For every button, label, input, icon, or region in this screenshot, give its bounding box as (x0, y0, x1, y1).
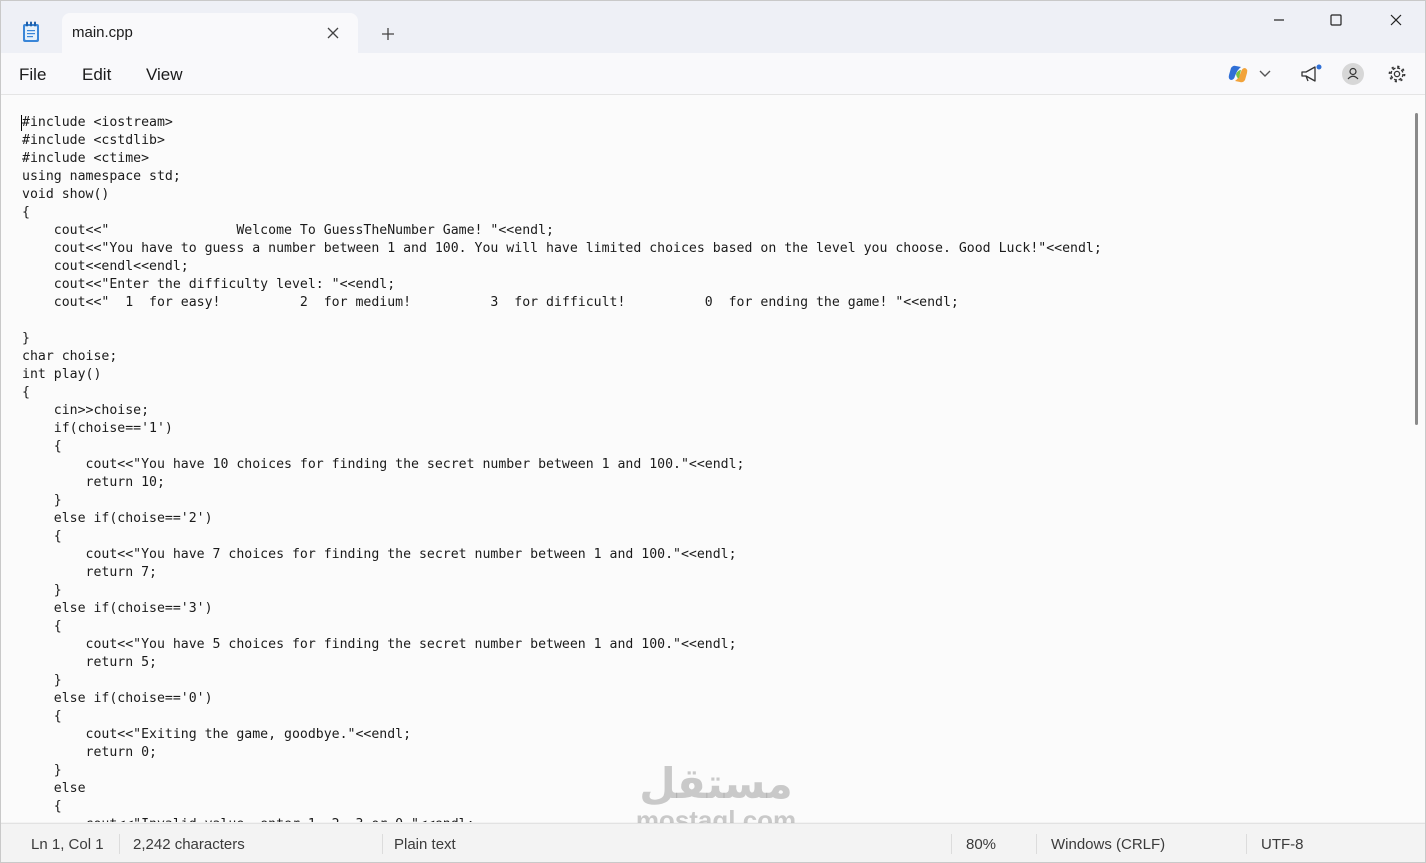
scrollbar-thumb[interactable] (1415, 113, 1418, 425)
cursor-position[interactable]: Ln 1, Col 1 (31, 836, 104, 853)
character-count: 2,242 characters (133, 836, 245, 853)
text-format[interactable]: Plain text (394, 836, 456, 853)
status-divider (951, 834, 952, 854)
settings-icon[interactable] (1383, 61, 1411, 87)
text-editor[interactable]: #include <iostream> #include <cstdlib> #… (1, 95, 1411, 822)
notepad-app-icon (22, 21, 40, 43)
menu-bar: File Edit View (1, 53, 1425, 95)
title-bar: main.cpp (1, 1, 1425, 53)
tab-title: main.cpp (72, 24, 133, 41)
status-divider (382, 834, 383, 854)
encoding[interactable]: UTF-8 (1261, 836, 1304, 853)
line-ending[interactable]: Windows (CRLF) (1051, 836, 1165, 853)
close-window-icon[interactable] (1373, 5, 1419, 35)
maximize-icon[interactable] (1313, 5, 1359, 35)
editor-content[interactable]: #include <iostream> #include <cstdlib> #… (22, 114, 1102, 822)
menu-file[interactable]: File (19, 65, 46, 85)
chevron-down-icon[interactable] (1251, 61, 1279, 87)
status-divider (1246, 834, 1247, 854)
minimize-icon[interactable] (1256, 5, 1302, 35)
close-tab-icon[interactable] (322, 22, 344, 44)
account-icon[interactable] (1339, 61, 1367, 87)
status-divider (1036, 834, 1037, 854)
zoom-level[interactable]: 80% (966, 836, 996, 853)
copilot-icon[interactable] (1224, 61, 1252, 87)
menu-view[interactable]: View (146, 65, 183, 85)
status-divider (119, 834, 120, 854)
new-tab-icon[interactable] (375, 21, 401, 47)
menu-edit[interactable]: Edit (82, 65, 111, 85)
vertical-scrollbar[interactable] (1411, 95, 1425, 822)
tab-main-cpp[interactable]: main.cpp (62, 13, 358, 53)
notepad-window: main.cpp File Edit View #include <iostre… (0, 0, 1426, 863)
watermark-arabic: مستقل (639, 760, 793, 807)
status-bar: Ln 1, Col 1 2,242 characters Plain text … (1, 823, 1425, 862)
announcement-icon[interactable] (1297, 61, 1325, 87)
